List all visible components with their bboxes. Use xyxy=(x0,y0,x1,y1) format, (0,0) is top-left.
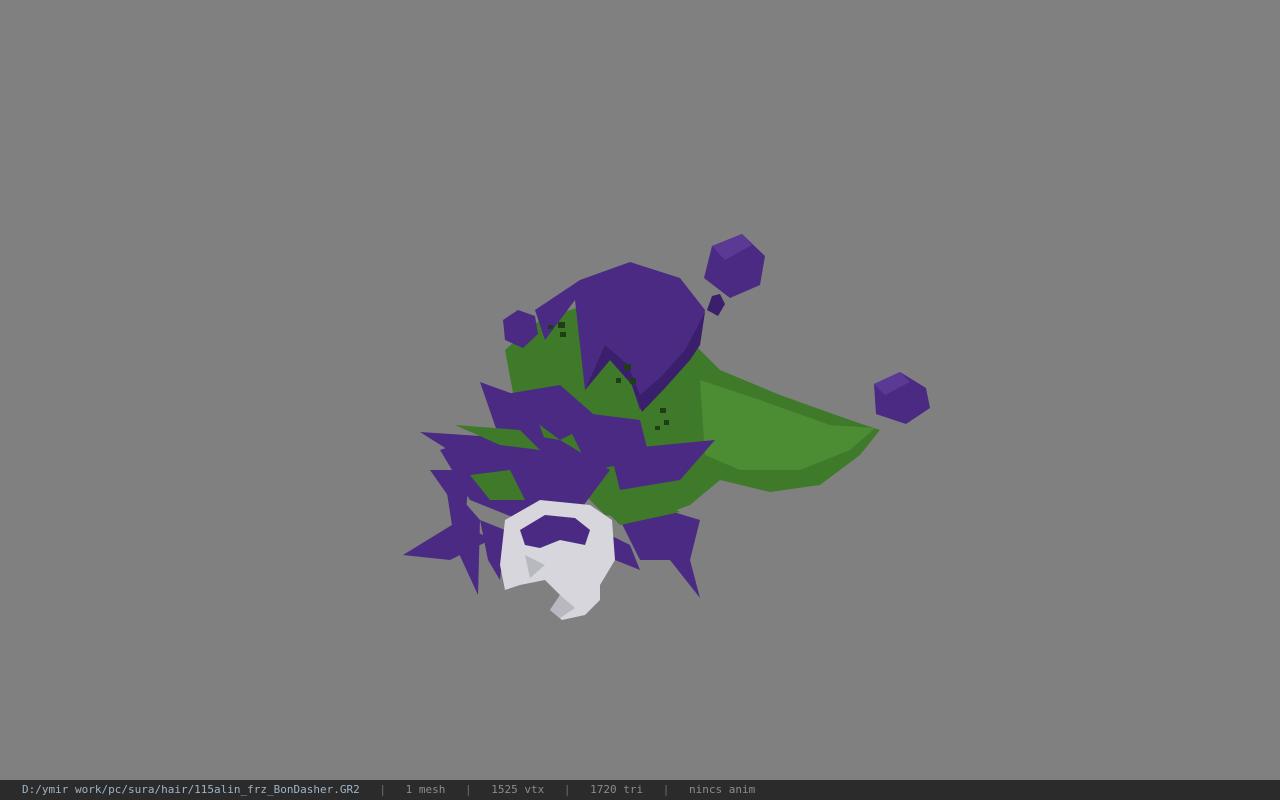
separator: | xyxy=(379,783,387,796)
status-bar: D:/ymir work/pc/sura/hair/115alin_frz_Bo… xyxy=(0,780,1280,800)
separator: | xyxy=(563,783,571,796)
separator: | xyxy=(662,783,670,796)
separator: | xyxy=(465,783,472,796)
mesh-count: 1 mesh xyxy=(405,783,446,796)
face-mask xyxy=(500,500,615,620)
3d-viewport[interactable] xyxy=(0,0,1280,780)
animation-status: nincs anim xyxy=(688,783,756,796)
file-path: D:/ymir work/pc/sura/hair/115alin_frz_Bo… xyxy=(22,783,360,796)
jester-hat-hair-model xyxy=(403,234,930,620)
vertex-count: 1525 vtx xyxy=(491,783,545,796)
triangle-count: 1720 tri xyxy=(590,783,644,796)
